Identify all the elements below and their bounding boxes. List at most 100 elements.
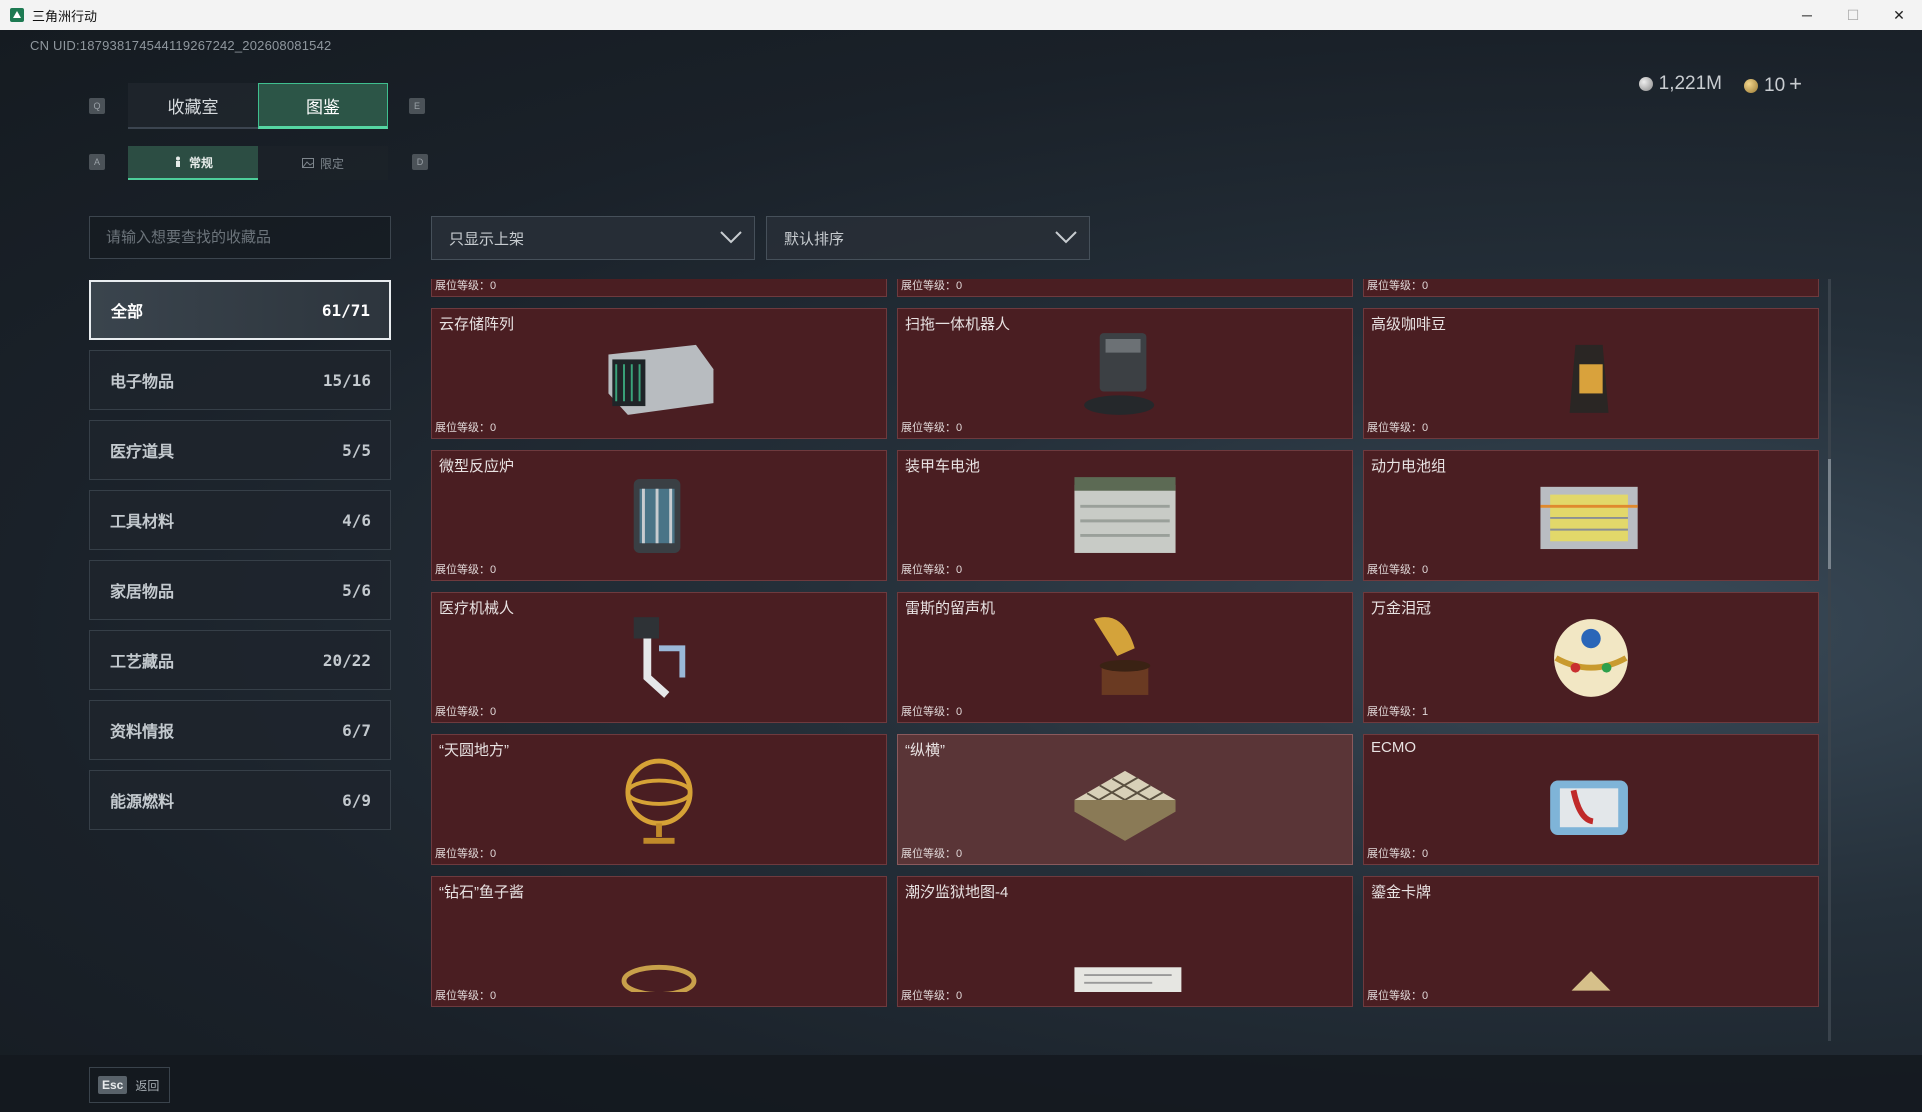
ecmo-icon: [1550, 780, 1628, 835]
level-value: 0: [490, 706, 497, 718]
search-box: [89, 216, 391, 259]
item-level: 展位等级：0: [1367, 987, 1428, 1003]
category-count: 5/6: [342, 580, 371, 600]
category-list: 全部 61/71 电子物品 15/16 医疗道具 5/5 工具材料 4/6 家居物品 5/…: [89, 280, 391, 840]
item-level: 展位等级：1: [1367, 703, 1428, 719]
tab-catalog[interactable]: 图鉴: [258, 83, 388, 129]
item-card[interactable]: 雷斯的留声机展位等级：0: [897, 592, 1353, 723]
silver-coin-icon: [1638, 76, 1653, 91]
level-value: 0: [1422, 422, 1429, 434]
item-card[interactable]: 万金泪冠 展位等级：1: [1363, 592, 1819, 723]
level-value: 0: [490, 422, 497, 434]
tab-collection-room[interactable]: 收藏室: [128, 83, 258, 129]
minimize-button[interactable]: ─: [1784, 0, 1830, 30]
subtab-regular[interactable]: 常规: [128, 146, 258, 180]
level-value: 0: [490, 990, 497, 1002]
gramophone-icon: [1093, 616, 1151, 695]
level-value: 0: [956, 990, 963, 1002]
gold-balance[interactable]: 10 +: [1744, 71, 1802, 97]
level-label: 展位等级：: [435, 848, 490, 860]
item-card[interactable]: 医疗机械人展位等级：0: [431, 592, 887, 723]
item-name: 高级咖啡豆: [1371, 316, 1447, 333]
item-card[interactable]: 潮汐监狱地图-4 展位等级：0: [897, 876, 1353, 1007]
item-card[interactable]: 展位等级：0: [1363, 279, 1819, 297]
storage-array-icon: [608, 344, 714, 415]
item-card[interactable]: 装甲车电池 展位等级：0: [897, 450, 1353, 581]
item-name: 雷斯的留声机: [905, 600, 996, 617]
item-level: 展位等级：0: [901, 703, 962, 719]
level-label: 展位等级：: [435, 706, 490, 718]
item-card[interactable]: “纵横” 展位等级：0: [897, 734, 1353, 865]
item-name: “天圆地方”: [439, 742, 509, 759]
item-name: 微型反应炉: [439, 458, 515, 475]
category-count: 6/7: [342, 720, 371, 740]
jeweled-egg-icon: [1554, 618, 1628, 697]
battery-icon: [1074, 476, 1176, 553]
item-card[interactable]: ECMO 展位等级：0: [1363, 734, 1819, 865]
esc-key-hint: Esc: [98, 1076, 128, 1094]
scrollbar-thumb[interactable]: [1828, 459, 1831, 569]
robot-vacuum-icon: [1084, 332, 1155, 415]
coffee-bag-icon: [1569, 344, 1609, 413]
item-name: “纵横”: [905, 742, 945, 759]
category-intel[interactable]: 资料情报 6/7: [89, 700, 391, 760]
item-card[interactable]: “钻石”鱼子酱 展位等级：0: [431, 876, 887, 1007]
category-count: 5/5: [342, 440, 371, 460]
fuel-can-icon: [589, 279, 729, 282]
chevron-down-icon: [720, 231, 742, 244]
item-level: 展位等级：0: [1367, 419, 1428, 435]
item-level: 展位等级：0: [1367, 561, 1428, 577]
item-card[interactable]: 微型反应炉 展位等级：0: [431, 450, 887, 581]
shelf-filter-value: 只显示上架: [449, 230, 525, 248]
level-label: 展位等级：: [435, 990, 490, 1002]
level-value: 0: [956, 422, 963, 434]
item-card[interactable]: 云存储阵列 展位等级：0: [431, 308, 887, 439]
subtab-limited[interactable]: 限定: [258, 146, 388, 180]
item-card[interactable]: 展位等级：0: [897, 279, 1353, 297]
category-medical[interactable]: 医疗道具 5/5: [89, 420, 391, 480]
category-count: 61/71: [321, 300, 370, 320]
category-electronics[interactable]: 电子物品 15/16: [89, 350, 391, 410]
level-value: 0: [1422, 990, 1429, 1002]
item-card[interactable]: 动力电池组 展位等级：0: [1363, 450, 1819, 581]
category-count: 4/6: [342, 510, 371, 530]
image-icon: [301, 158, 314, 168]
sort-value: 默认排序: [784, 230, 845, 248]
level-label: 展位等级：: [435, 564, 490, 576]
back-label: 返回: [135, 1078, 160, 1093]
key-hint-d: D: [412, 154, 428, 170]
category-label: 工具材料: [110, 514, 175, 531]
category-label: 资料情报: [110, 724, 175, 741]
category-count: 6/9: [342, 790, 371, 810]
search-input[interactable]: [106, 229, 390, 246]
scrollbar[interactable]: [1828, 279, 1831, 1041]
item-name: 云存储阵列: [439, 316, 515, 333]
chevron-down-icon: [1055, 231, 1077, 244]
chessboard-icon: [1074, 770, 1176, 841]
back-button[interactable]: Esc 返回: [89, 1067, 171, 1103]
map-icon: [1074, 966, 1182, 992]
category-energy[interactable]: 能源燃料 6/9: [89, 770, 391, 830]
shelf-filter-dropdown[interactable]: 只显示上架: [431, 216, 755, 260]
category-all[interactable]: 全部 61/71: [89, 280, 391, 340]
item-card[interactable]: 展位等级：0: [431, 279, 887, 297]
category-household[interactable]: 家居物品 5/6: [89, 560, 391, 620]
item-card[interactable]: “天圆地方” 展位等级：0: [431, 734, 887, 865]
level-value: 0: [1422, 280, 1429, 292]
category-label: 家居物品: [110, 584, 175, 601]
add-currency-button[interactable]: +: [1789, 71, 1802, 96]
item-card[interactable]: 高级咖啡豆展位等级：0: [1363, 308, 1819, 439]
item-name: 扫拖一体机器人: [905, 316, 1011, 333]
item-card[interactable]: 扫拖一体机器人 展位等级：0: [897, 308, 1353, 439]
item-card[interactable]: 鎏金卡牌 展位等级：0: [1363, 876, 1819, 1007]
maximize-button[interactable]: ☐: [1830, 0, 1876, 30]
item-level: 展位等级：0: [435, 703, 496, 719]
category-crafts[interactable]: 工艺藏品 20/22: [89, 630, 391, 690]
level-value: 0: [490, 280, 497, 292]
sort-dropdown[interactable]: 默认排序: [766, 216, 1090, 260]
item-level: 展位等级：0: [901, 845, 962, 861]
item-level: 展位等级：0: [1367, 845, 1428, 861]
item-name: 医疗机械人: [439, 600, 515, 617]
close-button[interactable]: ✕: [1876, 0, 1922, 30]
category-tools[interactable]: 工具材料 4/6: [89, 490, 391, 550]
